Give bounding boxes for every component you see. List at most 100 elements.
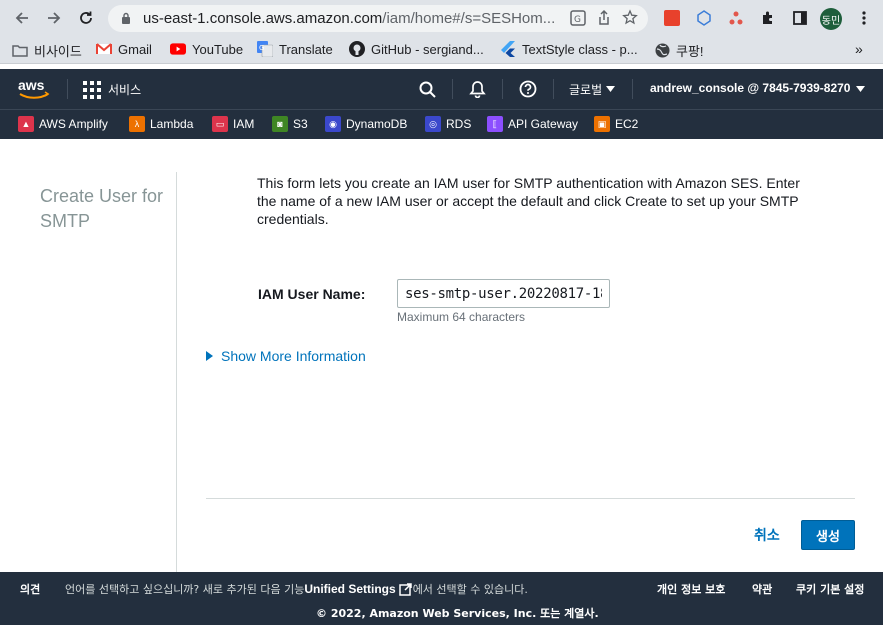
favorite-lambda[interactable]: λ Lambda (129, 116, 193, 132)
arrow-right-icon (48, 12, 61, 24)
iam-user-name-hint: Maximum 64 characters (397, 310, 526, 324)
privacy-link[interactable]: 개인 정보 보호 (657, 581, 725, 597)
bookmark-item[interactable]: Gmail (96, 41, 152, 57)
account-menu[interactable]: andrew_console @ 7845-7939-8270 (650, 81, 850, 95)
bookmark-label: 쿠팡! (676, 44, 704, 59)
favorite-label: RDS (446, 117, 472, 131)
folder-icon (12, 43, 28, 59)
extensions-puzzle-icon[interactable] (758, 8, 778, 28)
ec2-icon: ▣ (594, 116, 610, 132)
rds-icon: ◎ (425, 116, 441, 132)
lock-icon (122, 12, 130, 24)
favorite-dynamodb[interactable]: ◉ DynamoDB (325, 116, 407, 132)
globe-icon (654, 43, 670, 59)
services-menu[interactable] (83, 81, 101, 99)
bookmark-item[interactable]: 비사이드 (12, 41, 82, 60)
search-icon[interactable] (419, 81, 436, 98)
address-bar[interactable]: us-east-1.console.aws.amazon.com/iam/hom… (108, 5, 648, 32)
iam-user-name-label: IAM User Name: (258, 286, 366, 302)
reload-button[interactable] (72, 4, 100, 32)
flutter-icon (500, 41, 516, 57)
extension-red-icon[interactable] (662, 8, 682, 28)
terms-link[interactable]: 약관 (752, 581, 772, 597)
nav-separator (67, 79, 68, 99)
extension-tree-icon[interactable] (726, 8, 746, 28)
favorite-rds[interactable]: ◎ RDS (425, 116, 471, 132)
horizontal-divider (206, 498, 855, 499)
translate-icon: G (257, 41, 273, 57)
show-more-information-link[interactable]: Show More Information (206, 348, 366, 364)
svg-text:G: G (259, 44, 264, 52)
aws-logo[interactable]: aws (18, 77, 52, 101)
url-path: /iam/home#/s=SESHom... (382, 10, 556, 27)
caret-down-icon (606, 86, 615, 92)
bookmark-label: GitHub - sergiand... (371, 41, 484, 57)
translate-page-icon[interactable]: G (570, 9, 586, 27)
reload-icon (80, 11, 92, 24)
favorite-iam[interactable]: ▭ IAM (212, 116, 254, 132)
bookmark-item[interactable]: G Translate (257, 41, 333, 57)
create-button[interactable]: 생성 (801, 520, 855, 550)
bookmark-item[interactable]: YouTube (170, 41, 243, 57)
favorite-label: DynamoDB (346, 117, 408, 131)
external-link-icon (398, 582, 412, 596)
cancel-button[interactable]: 취소 (754, 525, 780, 545)
page-title: Create User for SMTP (40, 186, 164, 231)
profile-avatar[interactable]: 동민 (820, 8, 842, 30)
browser-menu-icon[interactable] (854, 8, 874, 28)
cookie-preferences-link[interactable]: 쿠키 기본 설정 (796, 581, 864, 597)
bookmark-item[interactable]: 쿠팡! (654, 41, 704, 60)
star-icon[interactable] (622, 9, 638, 27)
bookmark-label: Gmail (118, 41, 152, 57)
vertical-divider (176, 172, 177, 572)
favorite-label: Lambda (150, 117, 194, 131)
s3-icon: ◙ (272, 116, 288, 132)
language-notice-text: 언어를 선택하고 싶으십니까? 새로 추가된 다음 기능 (65, 583, 305, 596)
expand-triangle-icon (206, 351, 213, 361)
url-text: us-east-1.console.aws.amazon.com/iam/hom… (143, 10, 555, 27)
bookmark-item[interactable]: TextStyle class - p... (500, 41, 638, 57)
console-footer: 의견 언어를 선택하고 싶으십니까? 새로 추가된 다음 기능 Unified … (0, 572, 883, 625)
back-button[interactable] (8, 4, 36, 32)
nav-separator (452, 79, 453, 99)
browser-toolbar: us-east-1.console.aws.amazon.com/iam/hom… (0, 0, 883, 36)
dynamodb-icon: ◉ (325, 116, 341, 132)
favorite-label: IAM (233, 117, 255, 131)
url-host: us-east-1.console.aws.amazon.com (143, 10, 383, 27)
github-icon (349, 41, 365, 57)
notifications-bell-icon[interactable] (469, 80, 486, 98)
copyright-text: © 2022, Amazon Web Services, Inc. 또는 계열사… (316, 607, 599, 620)
caret-down-icon (856, 86, 865, 92)
help-icon[interactable] (519, 80, 537, 98)
bookmark-label: 비사이드 (34, 44, 82, 59)
arrow-left-icon (15, 12, 28, 24)
favorite-s3[interactable]: ◙ S3 (272, 116, 308, 132)
side-panel-icon[interactable] (790, 8, 810, 28)
gmail-icon (96, 41, 112, 57)
favorite-ec2[interactable]: ▣ EC2 (594, 116, 638, 132)
bookmarks-overflow-icon[interactable]: » (855, 41, 863, 57)
forward-button[interactable] (40, 4, 68, 32)
favorite-label: AWS Amplify (39, 117, 108, 131)
svg-text:G: G (574, 15, 581, 25)
share-icon[interactable] (596, 9, 612, 27)
api-gateway-icon: ⟦ (487, 116, 503, 132)
favorites-bar: ▲ AWS Amplify λ Lambda ▭ IAM ◙ S3 ◉ Dyna… (0, 109, 883, 139)
amplify-icon: ▲ (18, 116, 34, 132)
unified-settings-link[interactable]: Unified Settings (304, 582, 395, 596)
favorite-amplify[interactable]: ▲ AWS Amplify (18, 116, 108, 132)
lambda-icon: λ (129, 116, 145, 132)
bookmark-item[interactable]: GitHub - sergiand... (349, 41, 484, 57)
services-label[interactable]: 서비스 (108, 81, 141, 98)
iam-icon: ▭ (212, 116, 228, 132)
aws-top-nav: aws 서비스 글로벌 andrew_console @ 7845-7939-8… (0, 69, 883, 109)
iam-user-name-input[interactable] (397, 279, 610, 308)
nav-separator (632, 79, 633, 99)
bookmark-label: Translate (279, 41, 333, 57)
favorite-api-gateway[interactable]: ⟦ API Gateway (487, 116, 578, 132)
extension-gem-icon[interactable] (694, 8, 714, 28)
feedback-link[interactable]: 의견 (20, 581, 40, 597)
region-selector[interactable]: 글로벌 (569, 81, 602, 98)
favorite-label: S3 (293, 117, 308, 131)
language-notice-text-after: 에서 선택할 수 있습니다. (412, 583, 528, 596)
